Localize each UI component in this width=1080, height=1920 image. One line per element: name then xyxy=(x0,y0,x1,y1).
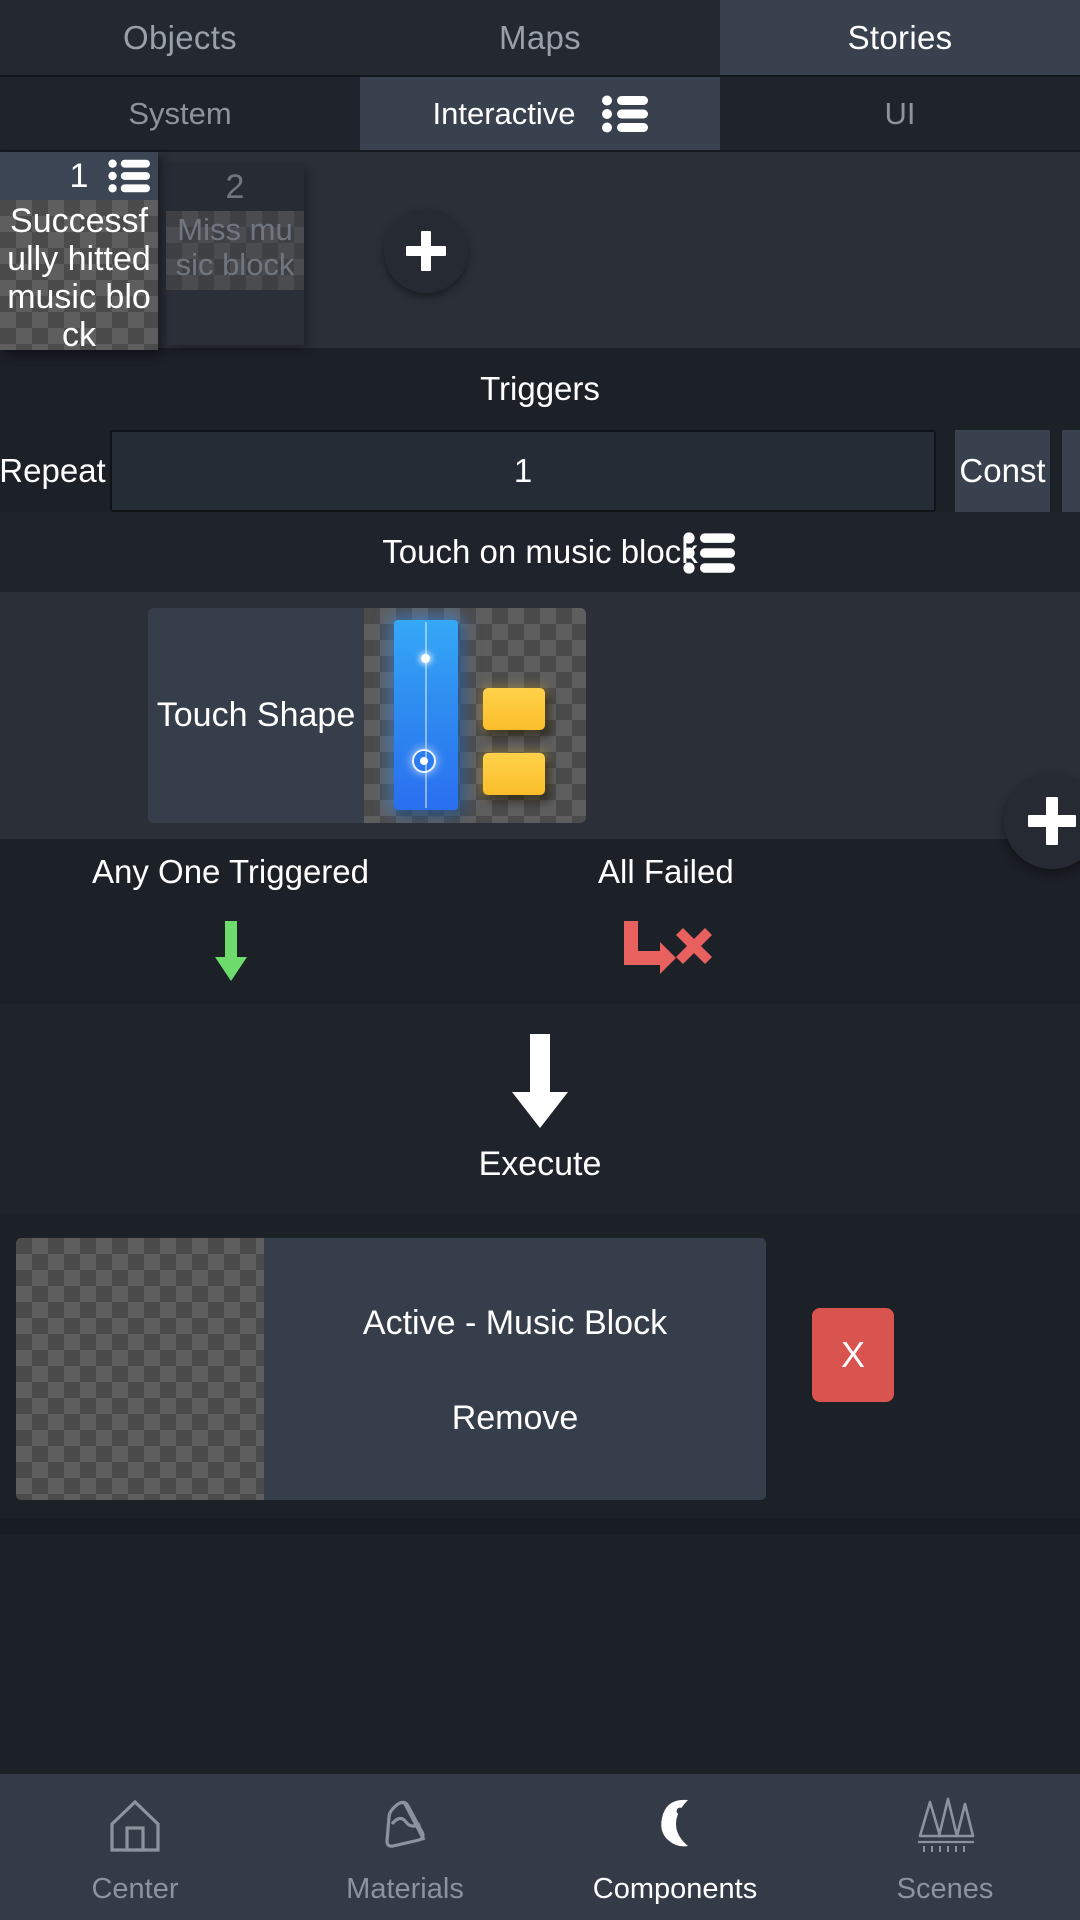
nav-item-center[interactable]: Center xyxy=(0,1774,270,1920)
add-story-button[interactable] xyxy=(384,209,468,293)
nav-label-scenes: Scenes xyxy=(896,1872,994,1905)
const-button[interactable]: Const xyxy=(955,430,1050,512)
list-icon[interactable] xyxy=(108,158,150,194)
tab-ui-label: UI xyxy=(884,95,916,131)
bar-center-line xyxy=(16,1483,264,1500)
nav-item-materials[interactable]: Materials xyxy=(270,1774,540,1920)
story-card-title: Successfully hitted music block xyxy=(0,200,158,350)
bottom-spacer xyxy=(0,1518,1080,1534)
execute-section: Execute xyxy=(0,1004,1080,1214)
nav-label-materials: Materials xyxy=(346,1872,464,1905)
tab-system-label: System xyxy=(128,95,232,131)
branch-fail-label: All Failed xyxy=(598,853,734,890)
branch-row: Any One Triggered All Failed xyxy=(0,839,1080,1004)
trigger-thumbnail xyxy=(364,608,586,823)
materials-icon xyxy=(369,1789,441,1861)
branch-success: Any One Triggered xyxy=(92,853,369,983)
trigger-card-band: Touch Shape xyxy=(0,592,1080,839)
yellow-block-1 xyxy=(483,688,545,730)
nav-label-components: Components xyxy=(592,1872,758,1905)
red-branch-x-icon xyxy=(598,921,734,979)
action-card-music-block[interactable]: Active - Music Block Remove xyxy=(16,1238,766,1500)
story-card-header: 2 xyxy=(166,163,304,211)
target-core-icon xyxy=(420,757,428,765)
story-card-2[interactable]: 2 Miss music block xyxy=(166,163,304,345)
blue-bar-shape xyxy=(16,1238,88,1483)
trigger-name: Touch on music block xyxy=(382,533,698,570)
tab-objects[interactable]: Objects xyxy=(0,0,360,75)
tab-interactive[interactable]: Interactive xyxy=(360,77,720,150)
trigger-card-label: Touch Shape xyxy=(156,696,356,734)
execute-label: Execute xyxy=(478,1145,602,1183)
anchor-dot-icon xyxy=(421,654,430,663)
tab-objects-label: Objects xyxy=(123,18,237,56)
trigger-header-row[interactable]: Touch on music block xyxy=(0,512,1080,592)
components-icon xyxy=(639,1789,711,1861)
delete-action-button[interactable]: X xyxy=(812,1308,894,1402)
nav-item-components[interactable]: Components xyxy=(540,1774,810,1920)
branch-success-label: Any One Triggered xyxy=(92,853,369,890)
action-remove-label[interactable]: Remove xyxy=(452,1399,579,1438)
story-card-strip: 1 Successfully hitted music block 2 Miss… xyxy=(0,150,1080,350)
plus-icon xyxy=(406,231,446,271)
bar-center-line xyxy=(425,622,427,808)
list-icon[interactable] xyxy=(601,95,648,133)
bottom-nav-bar: Center Materials Components Scenes xyxy=(0,1774,1080,1920)
action-band: Active - Music Block Remove X xyxy=(0,1214,1080,1518)
tab-stories[interactable]: Stories xyxy=(720,0,1080,75)
white-down-arrow-icon xyxy=(508,1034,572,1135)
primary-tab-bar: Objects Maps Stories xyxy=(0,0,1080,75)
repeat-input[interactable]: 1 xyxy=(110,430,936,512)
story-card-selected[interactable]: 1 Successfully hitted music block xyxy=(0,152,158,350)
action-thumbnail xyxy=(16,1238,264,1500)
tab-system[interactable]: System xyxy=(0,77,360,150)
trees-icon xyxy=(909,1789,981,1861)
nav-item-scenes[interactable]: Scenes xyxy=(810,1774,1080,1920)
story-card-number: 1 xyxy=(69,157,89,195)
nav-label-center: Center xyxy=(91,1872,179,1905)
repeat-row: Repeat 1 Const xyxy=(0,430,1080,512)
tab-maps-label: Maps xyxy=(499,18,581,56)
yellow-block-2 xyxy=(483,753,545,795)
home-icon xyxy=(99,1789,171,1861)
trigger-card-touch-shape[interactable]: Touch Shape xyxy=(148,608,586,823)
secondary-tab-bar: System Interactive UI xyxy=(0,75,1080,150)
branch-fail: All Failed xyxy=(598,853,734,979)
tab-interactive-label: Interactive xyxy=(432,95,576,131)
action-title: Active - Music Block xyxy=(362,1304,668,1342)
triggers-section: Triggers Repeat 1 Const Touch on music b… xyxy=(0,348,1080,839)
action-card-text: Active - Music Block Remove xyxy=(264,1238,766,1500)
list-icon[interactable] xyxy=(683,532,735,574)
overflow-button[interactable] xyxy=(1062,430,1080,512)
story-card-title: Miss music block xyxy=(166,211,304,290)
green-down-arrow-icon xyxy=(92,921,369,983)
tab-maps[interactable]: Maps xyxy=(360,0,720,75)
tab-ui[interactable]: UI xyxy=(720,77,1080,150)
tab-stories-label: Stories xyxy=(847,18,953,56)
story-card-number: 2 xyxy=(225,168,245,206)
repeat-label: Repeat xyxy=(0,452,106,489)
story-card-header: 1 xyxy=(0,152,158,200)
plus-icon xyxy=(1028,797,1076,845)
triggers-title: Triggers xyxy=(480,370,600,407)
